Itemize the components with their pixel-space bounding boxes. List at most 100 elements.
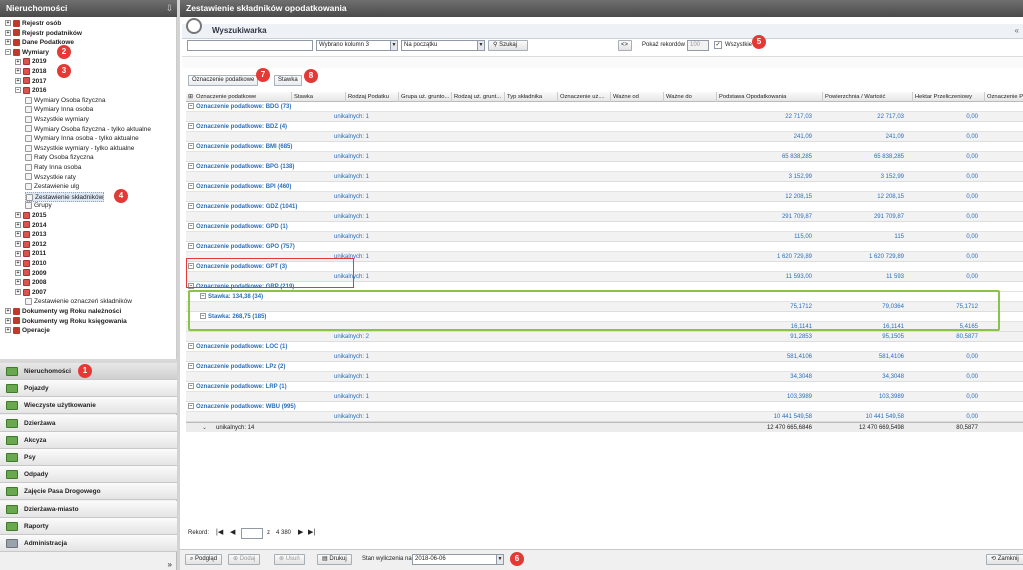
search-button[interactable]: ⚲ Szukaj: [488, 40, 528, 51]
expand-icon[interactable]: +: [15, 279, 21, 286]
tree-node[interactable]: Wszystkie wymiary: [25, 115, 89, 125]
collapse-group-icon[interactable]: −: [188, 403, 194, 410]
expand-icon[interactable]: −: [15, 87, 21, 94]
expand-icon[interactable]: +: [15, 289, 21, 296]
tree-node[interactable]: Wymiary Inna osoba: [25, 105, 93, 115]
group-row[interactable]: − Oznaczenie podatkowe: WBU (995): [186, 402, 1023, 412]
expand-all-icon[interactable]: ⊞: [188, 92, 193, 102]
expand-icon[interactable]: +: [15, 260, 21, 267]
column-header[interactable]: Typ składnika: [505, 92, 558, 102]
nav-item[interactable]: Raporty: [0, 517, 177, 535]
collapse-group-icon[interactable]: −: [188, 383, 194, 390]
group-row[interactable]: − Oznaczenie podatkowe: LPz (2): [186, 362, 1023, 372]
column-header[interactable]: Grupa uż. grunto...: [399, 92, 452, 102]
tree-node[interactable]: Wszystkie wymiary - tylko aktualne: [25, 144, 134, 154]
prev-record-icon[interactable]: ◀: [230, 527, 235, 539]
nav-item[interactable]: Wieczyste użytkowanie: [0, 397, 177, 415]
tree-node[interactable]: + Dokumenty wg Roku należności: [5, 307, 121, 317]
tree-node[interactable]: +2007: [15, 288, 46, 298]
nav-item[interactable]: Administracja: [0, 535, 177, 552]
records-input[interactable]: 100: [687, 40, 709, 51]
expand-icon[interactable]: +: [5, 20, 11, 27]
column-header[interactable]: Podstawa Opodatkowania: [717, 92, 823, 102]
nav-item[interactable]: Dzierżawa: [0, 414, 177, 432]
tree-node[interactable]: Wymiary Osoba fizyczna: [25, 96, 105, 106]
first-record-icon[interactable]: |◀: [216, 527, 223, 539]
tree-node[interactable]: Wymiary Osoba fizyczna - tylko aktualne: [25, 125, 151, 135]
tree-node[interactable]: Zestawienie ulg: [25, 182, 79, 192]
nav-item[interactable]: Akcyza: [0, 431, 177, 449]
group-row[interactable]: − Oznaczenie podatkowe: GPO (757): [186, 242, 1023, 252]
group-row[interactable]: − Oznaczenie podatkowe: LRP (1): [186, 382, 1023, 392]
tree-node[interactable]: Raty Inna osoba: [25, 163, 81, 173]
expand-icon[interactable]: +: [5, 308, 11, 315]
print-button[interactable]: ▤ Drukuj: [317, 554, 352, 565]
nav-item[interactable]: Odpady: [0, 466, 177, 484]
collapse-icon[interactable]: «: [1015, 26, 1019, 35]
expand-icon[interactable]: +: [15, 77, 21, 84]
column-header[interactable]: Rodzaj uż. grunt...: [452, 92, 505, 102]
expand-icon[interactable]: +: [5, 39, 11, 46]
tree-node[interactable]: Zestawienie składników: [25, 191, 105, 202]
tree-node[interactable]: +2012: [15, 240, 46, 250]
close-button[interactable]: ⟲ Zamknij: [986, 554, 1023, 565]
expand-icon[interactable]: +: [15, 68, 21, 75]
column-header[interactable]: Hektar Przeliczeniowy: [913, 92, 985, 102]
tree-node[interactable]: +2019: [15, 57, 46, 67]
collapse-group-icon[interactable]: −: [188, 223, 194, 230]
collapse-group-icon[interactable]: −: [188, 363, 194, 370]
column-header[interactable]: Oznaczenie Prz...: [985, 92, 1023, 102]
column-header[interactable]: Rodzaj Podatku: [346, 92, 399, 102]
tree-node[interactable]: Raty Osoba fizyczna: [25, 153, 94, 163]
tree-node[interactable]: − 2016: [15, 86, 46, 96]
tree-node[interactable]: − Wymiary: [5, 48, 49, 58]
column-header[interactable]: Ważne do: [664, 92, 717, 102]
expand-icon[interactable]: +: [15, 269, 21, 276]
nav-item[interactable]: Zajęcie Pasa Drogowego: [0, 483, 177, 501]
tree-node[interactable]: +2014: [15, 221, 46, 231]
group-row[interactable]: − Oznaczenie podatkowe: GPD (1): [186, 222, 1023, 232]
tree-node[interactable]: +2017: [15, 77, 46, 87]
next-record-icon[interactable]: ▶: [298, 527, 303, 539]
all-checkbox[interactable]: ✓: [714, 41, 722, 49]
tree-node[interactable]: + Rejestr podatników: [5, 29, 82, 39]
expand-icon[interactable]: +: [15, 212, 21, 219]
preview-button[interactable]: ⌕ Podgląd: [185, 554, 223, 565]
columns-select[interactable]: Wybrano kolumn 3 ▼: [316, 40, 398, 51]
expand-icon[interactable]: +: [15, 58, 21, 65]
collapse-group-icon[interactable]: −: [188, 143, 194, 150]
group-row[interactable]: − Oznaczenie podatkowe: BMI (685): [186, 142, 1023, 152]
vertical-splitter[interactable]: [177, 0, 180, 570]
search-text-input[interactable]: [187, 40, 313, 51]
tree-node[interactable]: +2009: [15, 269, 46, 279]
tree-node[interactable]: +2018: [15, 67, 46, 77]
column-header[interactable]: Ważne od: [611, 92, 664, 102]
group-row[interactable]: − Oznaczenie podatkowe: BPG (138): [186, 162, 1023, 172]
collapse-group-icon[interactable]: −: [188, 163, 194, 170]
tree-node[interactable]: +2015: [15, 211, 46, 221]
group-row[interactable]: − Oznaczenie podatkowe: LOC (1): [186, 342, 1023, 352]
add-button[interactable]: ⊕ Dodaj: [228, 554, 261, 565]
delete-button[interactable]: ⊗ Usuń: [274, 554, 305, 565]
expand-icon[interactable]: +: [15, 250, 21, 257]
tree-node[interactable]: Wszystkie raty: [25, 173, 76, 183]
state-date-input[interactable]: 2018-06-06 ▼: [412, 554, 504, 565]
group-tab-stawka[interactable]: Stawka: [274, 75, 302, 86]
expand-icon[interactable]: +: [15, 221, 21, 228]
nav-item[interactable]: Psy: [0, 449, 177, 466]
collapse-group-icon[interactable]: −: [188, 123, 194, 130]
nav-item[interactable]: Dzierżawa-miasto: [0, 500, 177, 518]
tree-node[interactable]: + Operacje: [5, 326, 50, 336]
tree-node[interactable]: +2013: [15, 230, 46, 240]
tree-node[interactable]: +2008: [15, 278, 46, 288]
tree-node[interactable]: Wymiary Inna osoba - tylko aktualne: [25, 134, 139, 144]
expand-icon[interactable]: −: [5, 49, 11, 56]
tree-node[interactable]: +2011: [15, 249, 46, 259]
group-tab-oznaczenie[interactable]: Oznaczenie podatkowe: [188, 75, 259, 86]
position-select[interactable]: Na początku ▼: [401, 40, 485, 51]
pin-icon[interactable]: ⇩: [166, 0, 173, 17]
search-panel-header[interactable]: Wyszukiwarka «: [182, 18, 1023, 39]
tree-node[interactable]: + Rejestr osób: [5, 19, 61, 29]
group-row[interactable]: − Oznaczenie podatkowe: BDG (73): [186, 102, 1023, 112]
record-input[interactable]: [241, 528, 263, 539]
